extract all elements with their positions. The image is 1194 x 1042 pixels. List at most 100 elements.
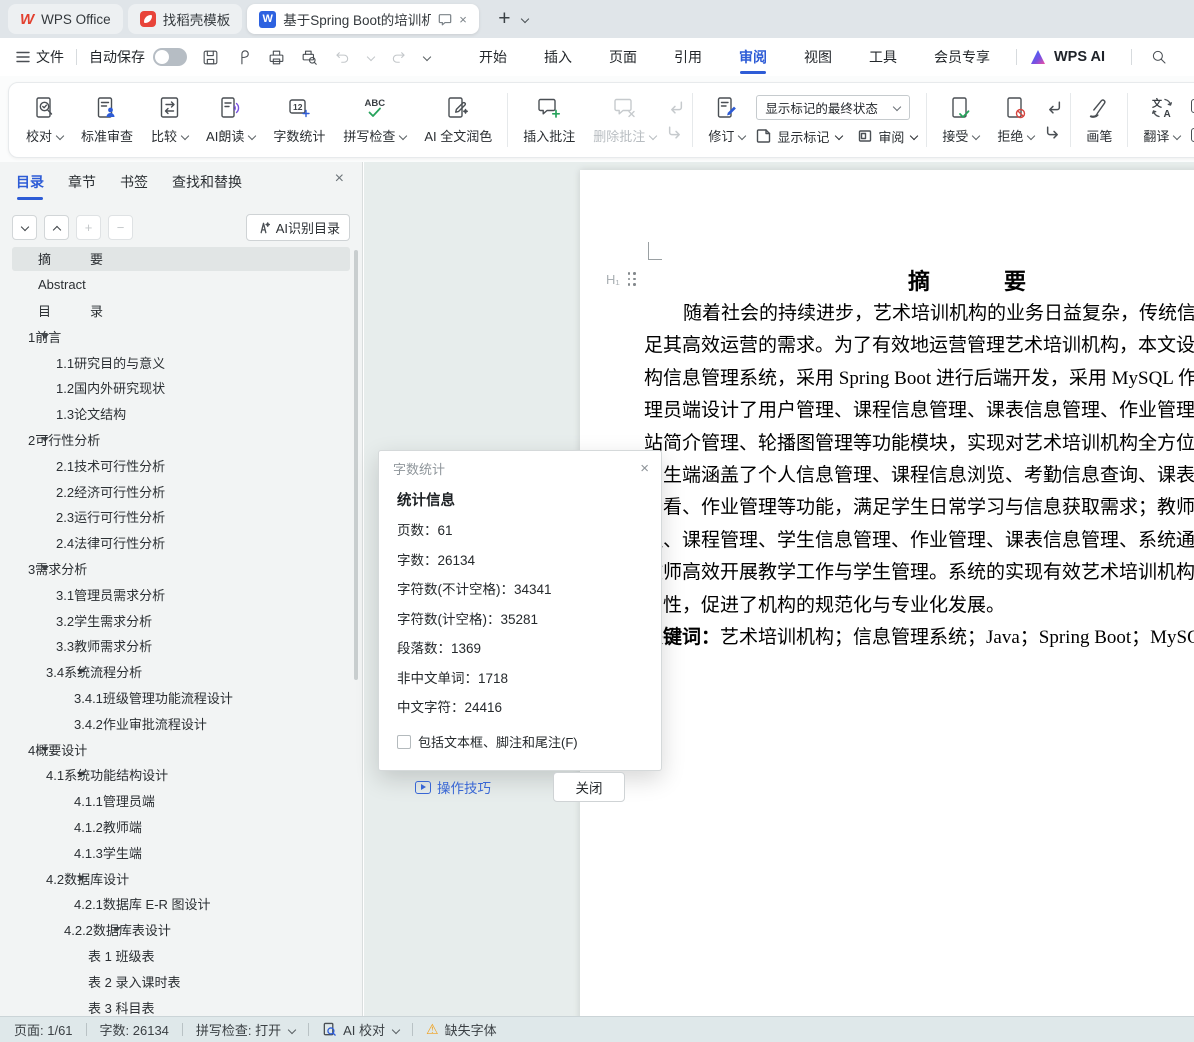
toc-item[interactable]: 4.2数据库设计 [0, 865, 363, 891]
tab-document-active[interactable]: W 基于Spring Boot的培训机构 × [247, 4, 480, 34]
reject-changes-button[interactable]: 拒绝 [990, 91, 1041, 149]
proofread-button[interactable]: 校对 [19, 91, 70, 149]
menu-tab[interactable]: 引用 [672, 38, 704, 76]
toc-item[interactable]: 1.3论文结构 [0, 401, 363, 427]
toc-item[interactable]: 3.4.1班级管理功能流程设计 [0, 685, 363, 711]
toc-item[interactable]: 摘 要 [0, 246, 363, 272]
menu-tab[interactable]: 插入 [542, 38, 574, 76]
accept-changes-button[interactable]: 接受 [935, 91, 986, 149]
track-changes-button[interactable]: 修订 [701, 91, 752, 149]
insert-comment-button[interactable]: 插入批注 [516, 91, 582, 149]
spell-check-button[interactable]: ABC 拼写检查 [336, 91, 413, 149]
sidebar-tab-chapters[interactable]: 章节 [68, 172, 96, 198]
review-pane-button[interactable]: 审阅 [857, 127, 918, 146]
toc-item[interactable]: 3.4.2作业审批流程设计 [0, 710, 363, 736]
toc-item[interactable]: 4.2.2数据库表设计 [0, 917, 363, 943]
toc-item[interactable]: 表 2 录入课时表 [0, 968, 363, 994]
toc-item[interactable]: 3需求分析 [0, 556, 363, 582]
toc-item[interactable]: 3.2学生需求分析 [0, 607, 363, 633]
document-page[interactable]: H₁ 摘 要 随着社会的持续进步，艺术培训机构的业务日益复杂，传统信息管理方式难… [580, 170, 1194, 1016]
word-count-indicator[interactable]: 字数: 26134 [100, 1020, 169, 1039]
save-icon[interactable] [201, 48, 220, 67]
ink-brush-button[interactable]: 画笔 [1079, 91, 1119, 149]
toc-item[interactable]: 1.1研究目的与意义 [0, 349, 363, 375]
export-pdf-icon[interactable] [234, 48, 253, 67]
file-menu[interactable]: 文件 [16, 47, 64, 67]
toc-item[interactable]: 2.2经济可行性分析 [0, 478, 363, 504]
word-count-button[interactable]: 12 字数统计 [266, 91, 332, 149]
toc-item[interactable]: 4.1系统功能结构设计 [0, 762, 363, 788]
close-tab-icon[interactable]: × [459, 12, 467, 27]
comment-bubble-icon[interactable] [438, 13, 452, 26]
tab-wps-office[interactable]: W WPS Office [8, 4, 123, 34]
print-icon[interactable] [267, 48, 286, 67]
close-dialog-icon[interactable]: × [640, 460, 649, 477]
toc-item[interactable]: 2.1技术可行性分析 [0, 452, 363, 478]
dialog-header[interactable]: 字数统计 × [379, 451, 661, 485]
tab-docer-templates[interactable]: 找稻壳模板 [127, 4, 243, 34]
ai-proofread-button[interactable]: AI 校对 [322, 1020, 399, 1039]
toc-item[interactable]: 2.3运行可行性分析 [0, 504, 363, 530]
menu-tab[interactable]: 工具 [867, 38, 899, 76]
tab-list-chevron-icon[interactable] [520, 15, 529, 24]
include-footnotes-option[interactable]: 包括文本框、脚注和尾注(F) [397, 732, 643, 751]
document-body[interactable]: 随着社会的持续进步，艺术培训机构的业务日益复杂，传统信息管理方式难以满足其高效运… [644, 298, 1194, 654]
toc-item[interactable]: 表 1 班级表 [0, 943, 363, 969]
quick-access-chevron-icon[interactable] [422, 53, 431, 62]
print-preview-icon[interactable] [300, 48, 319, 67]
ai-polish-button[interactable]: AI 全文润色 [417, 91, 499, 149]
tips-link[interactable]: 操作技巧 [415, 777, 491, 797]
toc-item[interactable]: 4.1.2教师端 [0, 814, 363, 840]
toc-item[interactable]: 1前言 [0, 323, 363, 349]
toc-item[interactable]: 2.4法律可行性分析 [0, 530, 363, 556]
sidebar-tab-find-replace[interactable]: 查找和替换 [172, 172, 242, 198]
divider [1131, 49, 1133, 65]
standard-review-button[interactable]: 标准审查 [74, 91, 140, 149]
sidebar-tab-bookmarks[interactable]: 书签 [120, 172, 148, 198]
close-dialog-button[interactable]: 关闭 [553, 772, 625, 802]
menu-tab[interactable]: 审阅 [737, 38, 769, 76]
next-change-icon[interactable] [1045, 124, 1062, 141]
divider [181, 1023, 183, 1036]
toc-item[interactable]: 3.3教师需求分析 [0, 633, 363, 659]
checkbox-icon[interactable] [397, 734, 411, 749]
show-markup-button[interactable]: 显示标记 [756, 127, 843, 146]
toc-item[interactable]: 1.2国内外研究现状 [0, 375, 363, 401]
sidebar-scrollbar[interactable] [354, 250, 358, 680]
toc-item[interactable]: 4概要设计 [0, 736, 363, 762]
sidebar-tab-contents[interactable]: 目录 [16, 172, 44, 198]
document-title[interactable]: 摘 要 [644, 264, 1194, 296]
heading-level-marker[interactable]: H₁ [606, 272, 637, 287]
toc-item[interactable]: 4.1.3学生端 [0, 839, 363, 865]
menu-tab[interactable]: 视图 [802, 38, 834, 76]
compare-button[interactable]: 比较 [144, 91, 195, 149]
close-sidebar-icon[interactable]: × [335, 170, 344, 188]
new-tab-icon[interactable]: + [498, 8, 510, 29]
page-indicator[interactable]: 页面: 1/61 [14, 1020, 73, 1039]
toc-item[interactable]: 表 3 科目表 [0, 994, 363, 1016]
previous-change-icon[interactable] [1045, 99, 1062, 116]
ai-read-aloud-button[interactable]: AI朗读 [199, 91, 262, 149]
markup-state-dropdown[interactable]: 显示标记的最终状态 [756, 94, 911, 120]
menu-tab[interactable]: 开始 [477, 38, 509, 76]
toc-item[interactable]: 4.1.1管理员端 [0, 788, 363, 814]
drag-handle-icon[interactable] [627, 272, 638, 287]
spell-check-status[interactable]: 拼写检查: 打开 [196, 1020, 295, 1039]
toc-item[interactable]: 4.2.1数据库 E-R 图设计 [0, 891, 363, 917]
toc-item[interactable]: 2可行性分析 [0, 427, 363, 453]
expand-heading-button[interactable] [44, 215, 69, 240]
translate-button[interactable]: 文A 翻译 [1136, 91, 1187, 149]
autosave-toggle[interactable] [153, 48, 187, 66]
toc-item[interactable]: 3.4系统流程分析 [0, 659, 363, 685]
toc-item[interactable]: 3.1管理员需求分析 [0, 581, 363, 607]
menu-tab[interactable]: 会员专享 [932, 38, 992, 76]
collapse-heading-button[interactable] [12, 215, 37, 240]
missing-font-warning[interactable]: ⚠ 缺失字体 [426, 1020, 497, 1039]
toc-item[interactable]: Abstract [0, 272, 363, 298]
menu-tab[interactable]: 页面 [607, 38, 639, 76]
toc-item[interactable]: 目 录 [0, 298, 363, 324]
wps-ai-button[interactable]: WPS AI [1029, 49, 1105, 65]
ai-recognize-toc-button[interactable]: AI识别目录 [245, 214, 350, 241]
search-icon[interactable] [1150, 48, 1168, 66]
spell-check-icon: ABC [364, 98, 385, 117]
